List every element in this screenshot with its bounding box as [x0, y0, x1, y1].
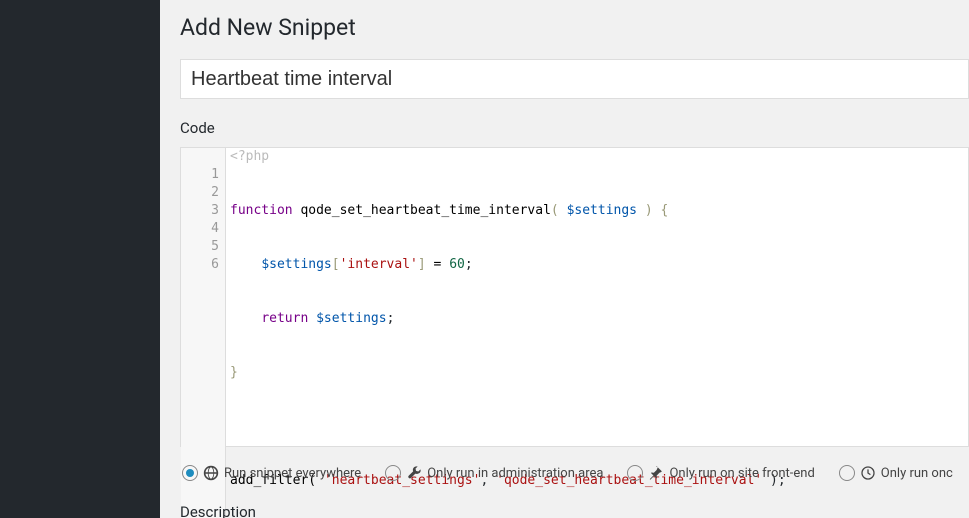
option-label: Only run in administration area — [427, 466, 603, 481]
clock-icon — [860, 465, 876, 481]
run-everywhere-option[interactable]: Run snippet everywhere — [182, 465, 361, 481]
run-scope-options: Run snippet everywhere Only run in admin… — [180, 465, 969, 481]
php-open-tag: <?php — [226, 148, 269, 166]
code-section-label: Code — [180, 119, 969, 137]
snippet-title-input[interactable] — [180, 59, 969, 99]
radio-icon — [182, 465, 198, 481]
radio-icon — [839, 465, 855, 481]
main-content: Add New Snippet Code <?php 1 2 3 4 5 6 f… — [160, 0, 969, 518]
code-editor[interactable]: <?php 1 2 3 4 5 6 function qode_set_hear… — [180, 147, 969, 447]
run-admin-option[interactable]: Only run in administration area — [385, 465, 603, 481]
page-title: Add New Snippet — [180, 14, 969, 41]
option-label: Only run onc — [881, 466, 953, 481]
run-once-option[interactable]: Only run onc — [839, 465, 953, 481]
admin-sidebar — [0, 0, 160, 518]
run-frontend-option[interactable]: Only run on site front-end — [627, 465, 814, 481]
option-label: Run snippet everywhere — [224, 466, 361, 481]
globe-icon — [203, 465, 219, 481]
radio-icon — [627, 465, 643, 481]
pin-icon — [648, 465, 664, 481]
radio-icon — [385, 465, 401, 481]
option-label: Only run on site front-end — [669, 466, 814, 481]
wrench-icon — [406, 465, 422, 481]
